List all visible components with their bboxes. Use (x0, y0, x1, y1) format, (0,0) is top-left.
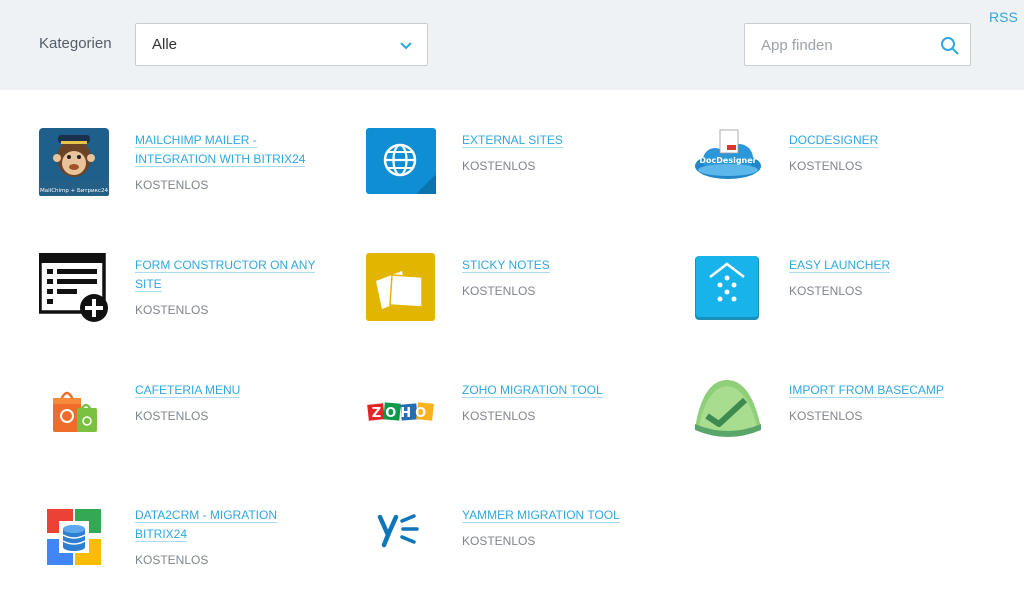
app-name-link[interactable]: FORM CONSTRUCTOR ON ANY SITE (135, 256, 325, 294)
app-name-text: ZOHO MIGRATION TOOL (462, 383, 603, 398)
launcher-icon[interactable] (693, 253, 763, 323)
chevron-down-icon (400, 42, 412, 50)
category-label: Kategorien (39, 35, 112, 52)
app-price: KOSTENLOS (135, 178, 209, 192)
app-name-text: DOCDESIGNER (789, 133, 879, 148)
app-price: KOSTENLOS (135, 409, 209, 423)
app-name-text: MAILCHIMP MAILER - INTEGRATION WITH BITR… (135, 133, 306, 167)
zoho-icon-caption: ZOHO (372, 406, 430, 421)
app-price: KOSTENLOS (462, 534, 536, 548)
app-name-link[interactable]: STICKY NOTES (462, 256, 652, 275)
app-name-link[interactable]: DATA2CRM - MIGRATION BITRIX24 (135, 506, 325, 544)
basecamp-icon[interactable] (693, 378, 763, 448)
app-name-text: IMPORT FROM BASECAMP (789, 383, 944, 398)
app-name-link[interactable]: EXTERNAL SITES (462, 131, 652, 150)
data-migration-icon[interactable] (39, 503, 109, 573)
app-price: KOSTENLOS (135, 303, 209, 317)
app-name-link[interactable]: MAILCHIMP MAILER - INTEGRATION WITH BITR… (135, 131, 325, 169)
app-name-link[interactable]: CAFETERIA MENU (135, 381, 325, 400)
category-select[interactable]: Alle (135, 23, 428, 66)
mailchimp-icon-caption: MailChimp + Битрикс24 (40, 188, 108, 194)
search-icon[interactable] (940, 36, 960, 56)
app-name-text: DATA2CRM - MIGRATION BITRIX24 (135, 508, 277, 542)
app-card-data2crm[interactable]: DATA2CRM - MIGRATION BITRIX24 KOSTENLOS (39, 503, 359, 603)
app-card-mailchimp[interactable]: MailChimp + Битрикс24 MAILCHIMP MAILER -… (39, 128, 359, 228)
app-card-yammer-migration[interactable]: YAMMER MIGRATION TOOL KOSTENLOS (366, 503, 686, 603)
category-select-value: Alle (152, 36, 178, 53)
app-card-external-sites[interactable]: EXTERNAL SITES KOSTENLOS (366, 128, 686, 228)
app-name-link[interactable]: YAMMER MIGRATION TOOL (462, 506, 652, 525)
app-card-docdesigner[interactable]: DocDesigner DOCDESIGNER KOSTENLOS (693, 128, 1013, 228)
app-name-text: YAMMER MIGRATION TOOL (462, 508, 620, 523)
app-card-cafeteria-menu[interactable]: CAFETERIA MENU KOSTENLOS (39, 378, 359, 478)
app-name-text: CAFETERIA MENU (135, 383, 241, 398)
app-card-zoho-migration[interactable]: ZOHO ZOHO MIGRATION TOOL KOSTENLOS (366, 378, 686, 478)
app-price: KOSTENLOS (135, 553, 209, 567)
search-input[interactable] (761, 34, 921, 56)
app-price: KOSTENLOS (462, 159, 536, 173)
app-card-form-constructor[interactable]: FORM CONSTRUCTOR ON ANY SITE KOSTENLOS (39, 253, 359, 353)
app-name-link[interactable]: DOCDESIGNER (789, 131, 979, 150)
app-card-basecamp[interactable]: IMPORT FROM BASECAMP KOSTENLOS (693, 378, 1013, 478)
app-card-sticky-notes[interactable]: STICKY NOTES KOSTENLOS (366, 253, 686, 353)
globe-icon[interactable] (366, 128, 436, 198)
app-name-link[interactable]: ZOHO MIGRATION TOOL (462, 381, 652, 400)
app-name-link[interactable]: IMPORT FROM BASECAMP (789, 381, 979, 400)
app-price: KOSTENLOS (789, 409, 863, 423)
app-name-text: EXTERNAL SITES (462, 133, 563, 148)
app-price: KOSTENLOS (789, 159, 863, 173)
form-constructor-icon[interactable] (39, 253, 109, 323)
app-name-text: STICKY NOTES (462, 258, 550, 273)
zoho-icon[interactable]: ZOHO (366, 378, 436, 448)
app-name-link[interactable]: EASY LAUNCHER (789, 256, 979, 275)
shopping-bag-icon[interactable] (39, 378, 109, 448)
mailchimp-icon[interactable]: MailChimp + Битрикс24 (39, 128, 109, 198)
filter-bar: Kategorien Alle RSS (0, 0, 1024, 90)
docdesigner-icon[interactable]: DocDesigner (693, 128, 763, 198)
sticky-notes-icon[interactable] (366, 253, 436, 323)
rss-link[interactable]: RSS (989, 9, 1018, 25)
app-price: KOSTENLOS (462, 284, 536, 298)
app-name-text: EASY LAUNCHER (789, 258, 891, 273)
app-card-easy-launcher[interactable]: EASY LAUNCHER KOSTENLOS (693, 253, 1013, 353)
yammer-icon[interactable] (366, 503, 436, 573)
app-name-text: FORM CONSTRUCTOR ON ANY SITE (135, 258, 316, 292)
app-price: KOSTENLOS (789, 284, 863, 298)
search-box (744, 23, 971, 66)
app-price: KOSTENLOS (462, 409, 536, 423)
docdesigner-icon-caption: DocDesigner (699, 156, 756, 165)
